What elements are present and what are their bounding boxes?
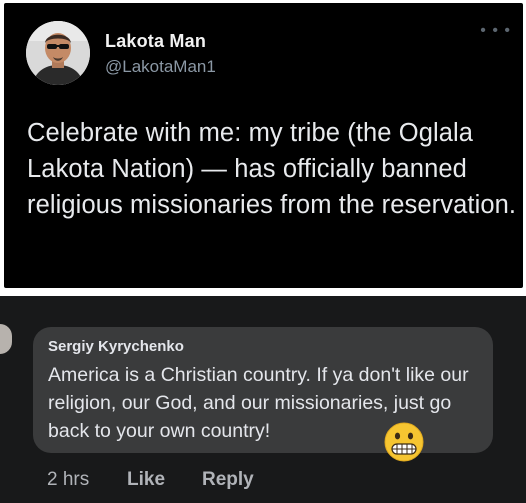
comment-section: Sergiy Kyrychenko America is a Christian… (0, 296, 526, 503)
tweet-text: Celebrate with me: my tribe (the Oglala … (27, 119, 517, 219)
avatar[interactable] (26, 21, 90, 85)
user-handle[interactable]: @LakotaMan1 (105, 57, 216, 77)
grimacing-face-icon (384, 422, 424, 462)
reply-button[interactable]: Reply (202, 469, 254, 491)
comment-bubble: Sergiy Kyrychenko America is a Christian… (33, 327, 493, 453)
screenshot-frame: Lakota Man @LakotaMan1 • • • Celebrate w… (0, 0, 526, 503)
avatar-photo (26, 21, 90, 85)
display-name[interactable]: Lakota Man (105, 31, 206, 52)
commenter-avatar[interactable] (0, 324, 12, 354)
tweet-card: Lakota Man @LakotaMan1 • • • Celebrate w… (4, 3, 523, 288)
comment-author[interactable]: Sergiy Kyrychenko (48, 338, 184, 355)
like-button[interactable]: Like (127, 469, 165, 491)
comment-timestamp[interactable]: 2 hrs (47, 469, 89, 491)
ellipsis-icon[interactable]: • • • (480, 23, 511, 39)
